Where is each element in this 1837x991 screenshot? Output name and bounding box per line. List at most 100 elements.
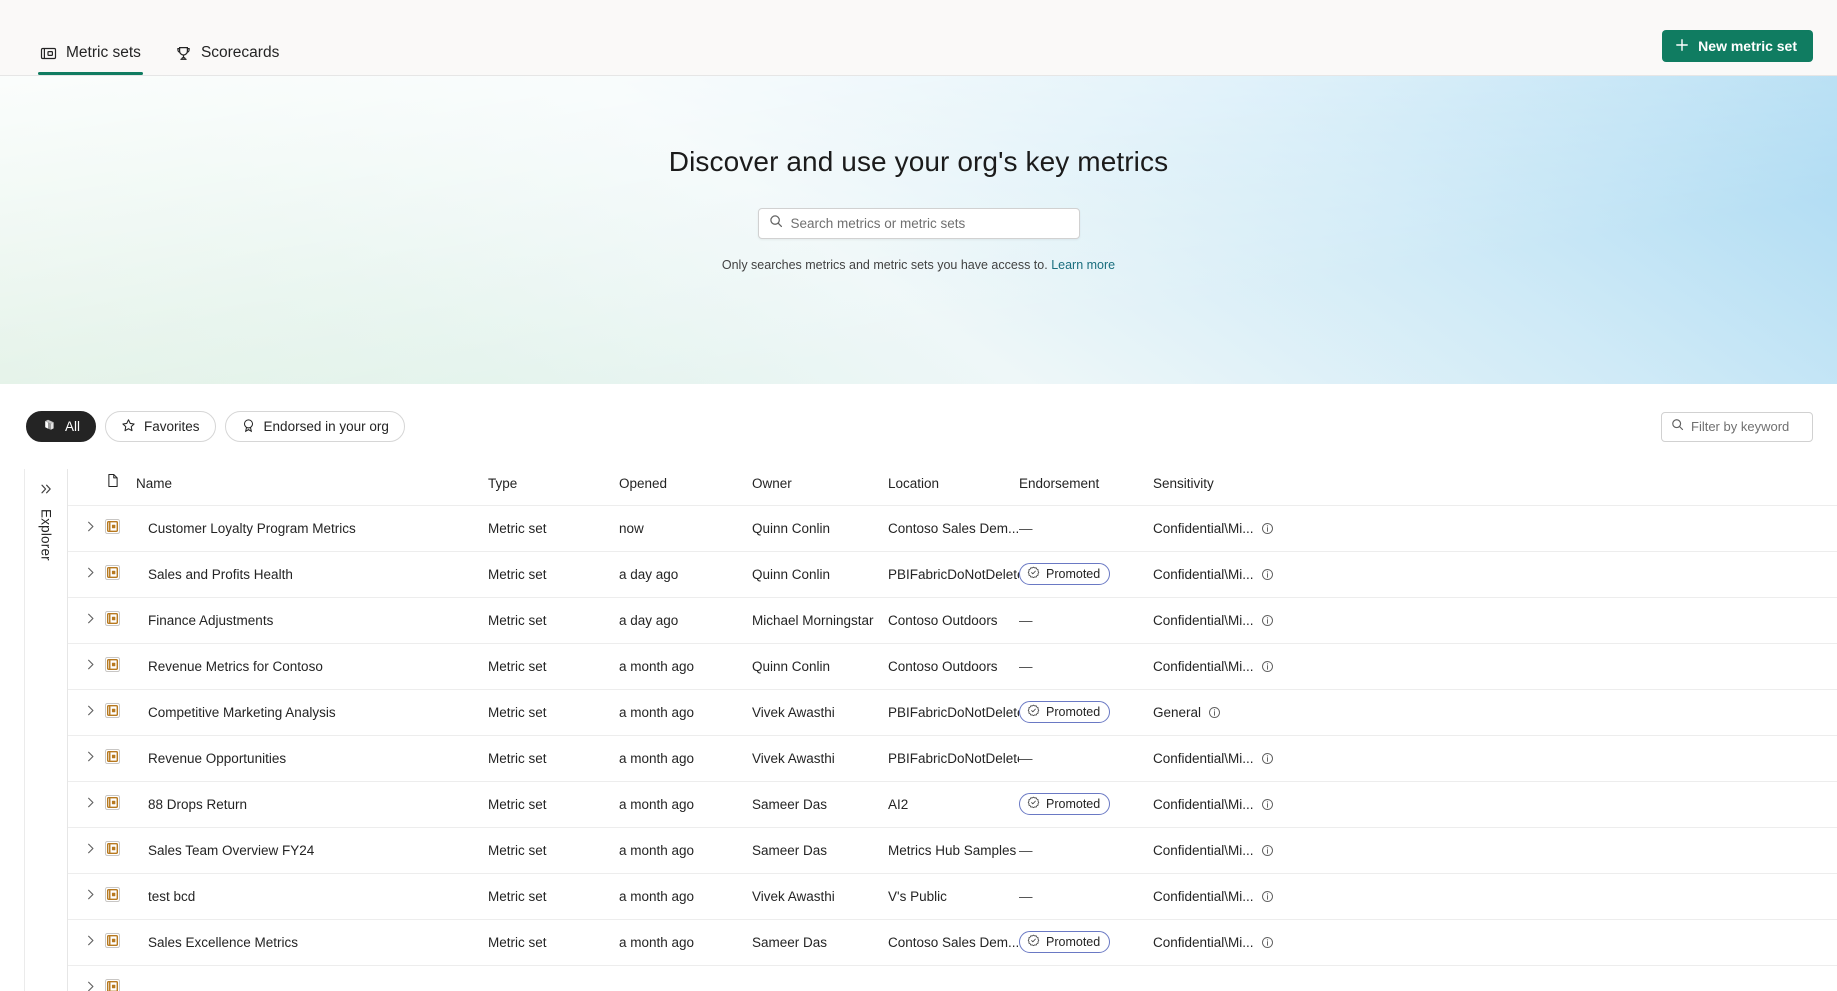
- sensitivity-info-icon[interactable]: [1261, 798, 1274, 811]
- hero-search-box[interactable]: [757, 208, 1080, 239]
- row-icon-cell: [104, 826, 136, 873]
- row-expand-cell[interactable]: [68, 688, 104, 735]
- sensitivity-info-icon[interactable]: [1261, 614, 1274, 627]
- table-row[interactable]: Customer Loyalty Program Metrics Metric s…: [68, 504, 1837, 551]
- table-row[interactable]: Sales Team Overview FY24 Metric set a mont…: [68, 826, 1837, 873]
- row-opened-label: now: [619, 520, 644, 536]
- row-sensitivity-label: Confidential\Mi...: [1153, 658, 1254, 674]
- row-expand-chevron-icon[interactable]: [84, 888, 97, 901]
- row-location-label: Contoso Sales Dem...: [888, 934, 1019, 950]
- row-expand-chevron-icon[interactable]: [84, 796, 97, 809]
- sensitivity-value: General: [1153, 705, 1221, 720]
- sensitivity-info-icon[interactable]: [1261, 752, 1274, 765]
- header-name[interactable]: Name: [136, 469, 488, 505]
- tab-scorecards[interactable]: Scorecards: [161, 36, 293, 75]
- row-owner-label: Sameer Das: [752, 796, 828, 812]
- row-icon-cell: [104, 872, 136, 919]
- row-expand-chevron-icon[interactable]: [84, 658, 97, 671]
- page-title: Discover and use your org's key metrics: [668, 146, 1169, 177]
- row-expand-chevron-icon[interactable]: [84, 980, 97, 991]
- sensitivity-info-icon[interactable]: [1261, 660, 1274, 673]
- filter-chip-all[interactable]: All: [26, 411, 97, 442]
- table-row[interactable]: 88 Drops Return Metric set a month ago Same…: [68, 780, 1837, 827]
- row-expand-cell[interactable]: [68, 964, 104, 991]
- row-expand-cell[interactable]: [68, 872, 104, 919]
- sensitivity-info-icon[interactable]: [1261, 568, 1274, 581]
- row-expand-cell[interactable]: [68, 504, 104, 551]
- header-location[interactable]: Location: [888, 469, 1019, 505]
- promoted-seal-icon: [1027, 566, 1040, 582]
- row-expand-cell[interactable]: [68, 734, 104, 781]
- row-expand-cell[interactable]: [68, 596, 104, 643]
- header-type[interactable]: Type: [488, 469, 619, 505]
- promoted-seal-icon: [1027, 704, 1040, 720]
- row-name-cell[interactable]: 88 Drops Return: [136, 780, 488, 827]
- row-location-label: Metrics Hub Samples: [888, 842, 1017, 858]
- row-name-cell[interactable]: test bcd: [136, 872, 488, 919]
- row-owner-label: Michael Morningstar: [752, 612, 874, 628]
- explorer-rail[interactable]: Explorer: [24, 469, 68, 991]
- table-row[interactable]: test bcd Metric set a month ago Vivek Awast…: [68, 872, 1837, 919]
- new-metric-set-button[interactable]: New metric set: [1662, 30, 1813, 62]
- row-expand-cell[interactable]: [68, 642, 104, 689]
- sensitivity-info-icon[interactable]: [1261, 936, 1274, 949]
- header-sensitivity[interactable]: Sensitivity: [1153, 469, 1837, 505]
- header-opened[interactable]: Opened: [619, 469, 752, 505]
- double-chevron-right-icon[interactable]: [39, 482, 53, 501]
- header-endorsement[interactable]: Endorsement: [1019, 469, 1153, 505]
- row-expand-chevron-icon[interactable]: [84, 520, 97, 533]
- row-expand-cell[interactable]: [68, 826, 104, 873]
- row-name-label: Sales Team Overview FY24: [148, 842, 315, 858]
- row-expand-chevron-icon[interactable]: [84, 612, 97, 625]
- row-location-cell: [888, 964, 1019, 991]
- learn-more-link[interactable]: Learn more: [1051, 258, 1115, 272]
- row-expand-chevron-icon[interactable]: [84, 566, 97, 579]
- row-location-cell: PBIFabricDoNotDelete: [888, 550, 1019, 597]
- sensitivity-value: Confidential\Mi...: [1153, 613, 1274, 628]
- row-sensitivity-label: Confidential\Mi...: [1153, 750, 1254, 766]
- row-name-cell[interactable]: Sales Team Overview FY24: [136, 826, 488, 873]
- table-row[interactable]: Competitive Marketing Analysis Metric set…: [68, 688, 1837, 735]
- row-sensitivity-cell: Confidential\Mi...: [1153, 596, 1837, 643]
- search-input[interactable]: [790, 216, 1069, 231]
- row-expand-cell[interactable]: [68, 780, 104, 827]
- table-header: Name Type Opened Owner Location Endorsem…: [68, 469, 1837, 505]
- row-name-cell[interactable]: Finance Adjustments: [136, 596, 488, 643]
- sensitivity-info-icon[interactable]: [1261, 522, 1274, 535]
- tab-metric-sets[interactable]: Metric sets: [26, 36, 155, 75]
- row-name-cell[interactable]: Revenue Opportunities: [136, 734, 488, 781]
- filter-chip-endorsed[interactable]: Endorsed in your org: [224, 411, 405, 442]
- filter-chip-favorites[interactable]: Favorites: [105, 411, 216, 442]
- table-row[interactable]: [68, 964, 1837, 991]
- table-row[interactable]: Revenue Metrics for Contoso Metric set a m…: [68, 642, 1837, 689]
- table-row[interactable]: Sales Excellence Metrics Metric set a mont…: [68, 918, 1837, 965]
- row-expand-chevron-icon[interactable]: [84, 934, 97, 947]
- sensitivity-info-icon[interactable]: [1208, 706, 1221, 719]
- sensitivity-info-icon[interactable]: [1261, 844, 1274, 857]
- row-expand-cell[interactable]: [68, 918, 104, 965]
- endorsement-badge-icon: [241, 418, 256, 436]
- keyword-filter-input[interactable]: [1691, 419, 1837, 434]
- row-name-cell[interactable]: Revenue Metrics for Contoso: [136, 642, 488, 689]
- row-name-cell[interactable]: Competitive Marketing Analysis: [136, 688, 488, 735]
- row-endorsement-cell: —: [1019, 596, 1153, 643]
- row-expand-cell[interactable]: [68, 550, 104, 597]
- row-name-cell[interactable]: Sales Excellence Metrics: [136, 918, 488, 965]
- row-icon-cell: [104, 964, 136, 991]
- table-row[interactable]: Sales and Profits Health Metric set a day …: [68, 550, 1837, 597]
- row-owner-cell: Vivek Awasthi: [752, 734, 888, 781]
- row-owner-cell: Quinn Conlin: [752, 550, 888, 597]
- row-sensitivity-cell: Confidential\Mi...: [1153, 872, 1837, 919]
- row-name-cell[interactable]: [136, 964, 488, 991]
- keyword-filter-box[interactable]: [1661, 411, 1837, 442]
- row-expand-chevron-icon[interactable]: [84, 750, 97, 763]
- row-name-cell[interactable]: Customer Loyalty Program Metrics: [136, 504, 488, 551]
- row-expand-chevron-icon[interactable]: [84, 704, 97, 717]
- sensitivity-info-icon[interactable]: [1261, 890, 1274, 903]
- row-owner-cell: Vivek Awasthi: [752, 688, 888, 735]
- row-expand-chevron-icon[interactable]: [84, 842, 97, 855]
- header-owner[interactable]: Owner: [752, 469, 888, 505]
- row-name-cell[interactable]: Sales and Profits Health: [136, 550, 488, 597]
- table-row[interactable]: Revenue Opportunities Metric set a month a…: [68, 734, 1837, 781]
- table-row[interactable]: Finance Adjustments Metric set a day ago Mi…: [68, 596, 1837, 643]
